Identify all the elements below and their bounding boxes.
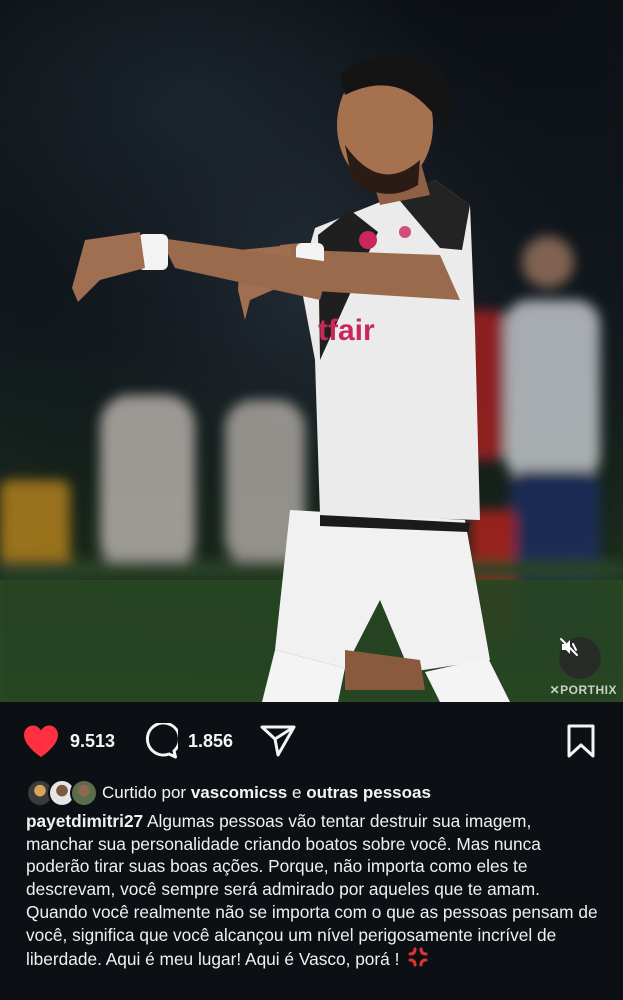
comment-count[interactable]: 1.856 xyxy=(188,731,233,752)
action-bar: 9.513 1.856 xyxy=(0,720,623,762)
avatar xyxy=(70,779,98,807)
mute-button[interactable] xyxy=(559,637,601,679)
bookmark-icon xyxy=(567,724,595,758)
player-illustration: tfair xyxy=(0,0,623,702)
jersey-sponsor-text: tfair xyxy=(318,314,375,347)
liked-by-row[interactable]: Curtido por vascomicss e outras pessoas xyxy=(26,778,431,808)
caption: payetdimitri27 Algumas pessoas vão tenta… xyxy=(26,810,601,971)
paper-plane-icon xyxy=(260,725,296,757)
heart-filled-icon xyxy=(24,725,58,757)
like-count[interactable]: 9.513 xyxy=(70,731,115,752)
caption-text: Algumas pessoas vão tentar destruir sua … xyxy=(26,811,598,970)
save-button[interactable] xyxy=(565,720,597,762)
comment-bubble-icon xyxy=(145,723,178,759)
post-footer: 9.513 1.856 Curtido por vascomicss e out… xyxy=(0,702,623,1000)
watermark: ✕PORTHIX xyxy=(549,683,617,697)
liker-avatars xyxy=(26,778,98,808)
like-button[interactable]: 9.513 xyxy=(22,720,115,762)
liked-by-prefix: Curtido por xyxy=(102,783,187,802)
caption-username[interactable]: payetdimitri27 xyxy=(26,811,143,831)
liked-by-others[interactable]: outras pessoas xyxy=(306,783,431,803)
anger-symbol-icon xyxy=(408,947,428,967)
liked-by-user[interactable]: vascomicss xyxy=(191,783,287,803)
speaker-muted-icon xyxy=(560,638,578,656)
liked-by-connector: e xyxy=(291,783,302,802)
share-button[interactable] xyxy=(260,720,296,762)
comment-button[interactable]: 1.856 xyxy=(142,720,233,762)
post-photo[interactable]: tfair ✕PORTHIX xyxy=(0,0,623,702)
